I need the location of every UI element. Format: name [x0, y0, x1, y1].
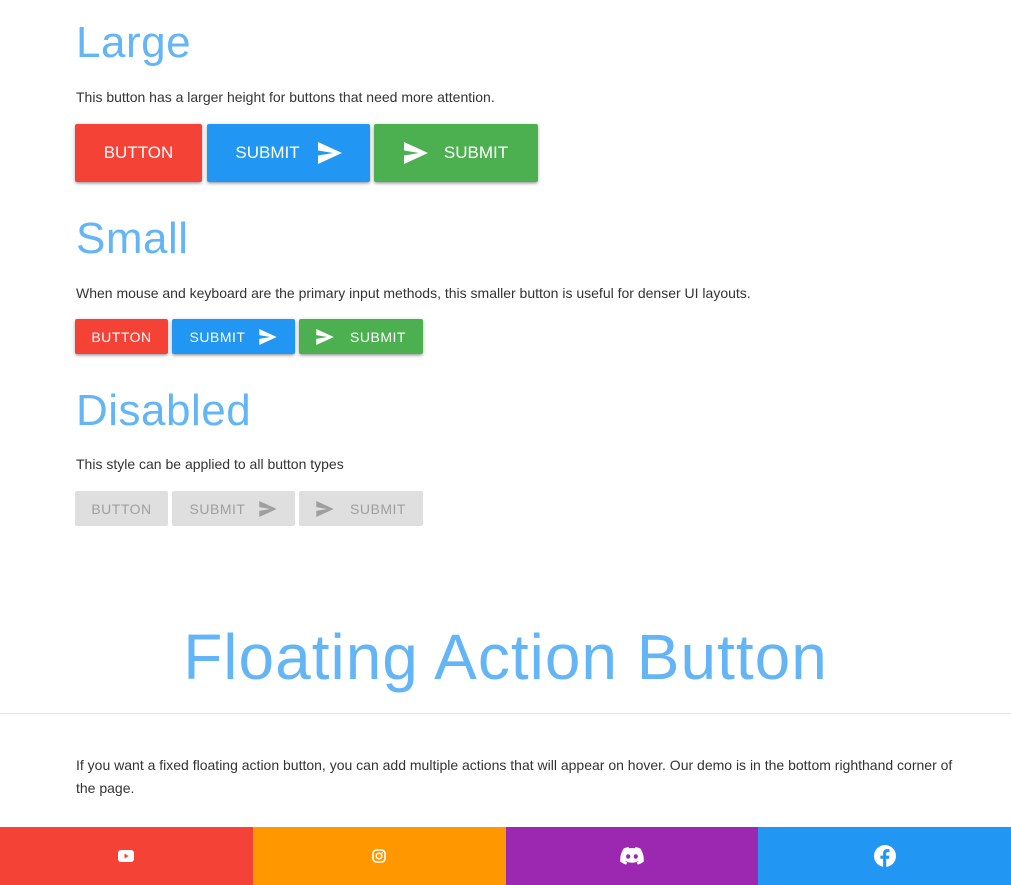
- discord-icon: [620, 847, 644, 865]
- send-icon: [403, 142, 428, 164]
- fab-section-title: Floating Action Button: [183, 621, 828, 693]
- small-submit-label: SUBMIT: [189, 328, 246, 345]
- large-button-label: BUTTON: [103, 143, 174, 162]
- large-button[interactable]: BUTTON: [75, 124, 202, 182]
- disabled-section-description: This style can be applied to all button …: [76, 456, 344, 472]
- small-button-label: BUTTON: [91, 328, 152, 345]
- page: Large This button has a larger height fo…: [0, 0, 1011, 885]
- small-button[interactable]: BUTTON: [75, 319, 168, 354]
- send-icon: [316, 328, 334, 345]
- small-section-title: Small: [76, 214, 189, 263]
- small-submit-label: SUBMIT: [350, 328, 406, 345]
- send-icon: [259, 328, 278, 345]
- disabled-submit-label: SUBMIT: [189, 500, 246, 517]
- send-icon: [317, 142, 342, 164]
- youtube-link[interactable]: [0, 827, 253, 885]
- disabled-button-label: BUTTON: [91, 500, 152, 517]
- fab-section-description: If you want a fixed floating action butt…: [76, 757, 953, 796]
- small-submit-button-icon-right[interactable]: SUBMIT: [172, 319, 295, 354]
- disabled-submit-button-icon-left: SUBMIT: [299, 491, 423, 526]
- disabled-button: BUTTON: [75, 491, 168, 526]
- instagram-link[interactable]: [252, 827, 506, 885]
- facebook-icon: [873, 845, 896, 867]
- small-section-description: When mouse and keyboard are the primary …: [76, 285, 751, 301]
- section-divider: [0, 713, 1011, 714]
- send-icon: [259, 500, 278, 517]
- disabled-submit-label: SUBMIT: [350, 500, 406, 517]
- large-submit-button-icon-left[interactable]: SUBMIT: [374, 124, 538, 182]
- facebook-link[interactable]: [758, 827, 1011, 885]
- large-submit-button-icon-right[interactable]: SUBMIT: [207, 124, 370, 182]
- youtube-icon: [118, 850, 135, 862]
- disabled-submit-button-icon-right: SUBMIT: [172, 491, 295, 526]
- social-footer: [0, 827, 1011, 885]
- discord-link[interactable]: [505, 827, 759, 885]
- large-submit-label: SUBMIT: [443, 143, 509, 162]
- large-section-title: Large: [76, 18, 192, 67]
- disabled-section-title: Disabled: [76, 386, 252, 435]
- small-submit-button-icon-left[interactable]: SUBMIT: [299, 319, 423, 354]
- send-icon: [316, 500, 334, 517]
- instagram-icon: [372, 849, 386, 863]
- large-section-description: This button has a larger height for butt…: [76, 89, 495, 105]
- large-submit-label: SUBMIT: [235, 143, 300, 162]
